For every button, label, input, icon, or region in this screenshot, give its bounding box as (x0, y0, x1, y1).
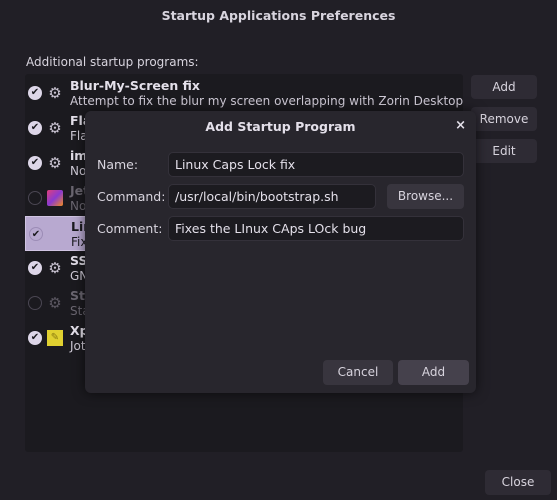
enabled-checkbox[interactable]: ✔ (28, 261, 42, 275)
edit-button[interactable]: Edit (471, 139, 537, 163)
list-label: Additional startup programs: (26, 55, 199, 69)
list-item[interactable]: ✔ ⚙ Blur-My-Screen fix Attempt to fix the b… (25, 76, 463, 111)
program-comment: Attempt to fix the blur my screen overla… (70, 94, 464, 108)
remove-button[interactable]: Remove (471, 107, 537, 131)
enabled-checkbox[interactable]: ✔ (28, 86, 42, 100)
command-input[interactable]: /usr/local/bin/bootstrap.sh (168, 184, 376, 209)
window-title: Startup Applications Preferences (161, 8, 396, 23)
gear-icon: ⚙ (48, 119, 62, 137)
command-label: Command: (97, 189, 166, 204)
gear-icon: ⚙ (48, 154, 62, 172)
gear-icon: ⚙ (48, 294, 62, 312)
browse-button[interactable]: Browse... (387, 184, 464, 209)
add-button[interactable]: Add (471, 75, 537, 99)
enabled-checkbox[interactable] (28, 296, 42, 310)
program-comment: Jot (70, 339, 86, 353)
jetbrains-icon (47, 190, 63, 206)
enabled-checkbox[interactable]: ✔ (29, 227, 43, 241)
program-comment: No (70, 199, 87, 213)
close-button[interactable]: Close (485, 470, 551, 495)
name-input[interactable]: Linux Caps Lock fix (168, 152, 464, 177)
dialog-add-button[interactable]: Add (398, 360, 469, 385)
cancel-button[interactable]: Cancel (323, 360, 393, 385)
enabled-checkbox[interactable] (28, 191, 42, 205)
add-startup-program-dialog: Add Startup Program × Name: Linux Caps L… (85, 111, 476, 393)
close-icon[interactable]: × (455, 118, 466, 133)
program-comment: No (70, 164, 87, 178)
dialog-title: Add Startup Program (205, 119, 356, 134)
enabled-checkbox[interactable]: ✔ (28, 331, 42, 345)
name-label: Name: (97, 157, 139, 172)
enabled-checkbox[interactable]: ✔ (28, 121, 42, 135)
gear-icon: ⚙ (48, 84, 62, 102)
enabled-checkbox[interactable]: ✔ (28, 156, 42, 170)
comment-input[interactable]: Fixes the LInux CAps LOck bug (168, 216, 464, 241)
gear-icon: ⚙ (48, 259, 62, 277)
note-icon: ✎ (47, 330, 63, 346)
comment-label: Comment: (97, 221, 163, 236)
program-name: Blur-My-Screen fix (70, 78, 200, 93)
